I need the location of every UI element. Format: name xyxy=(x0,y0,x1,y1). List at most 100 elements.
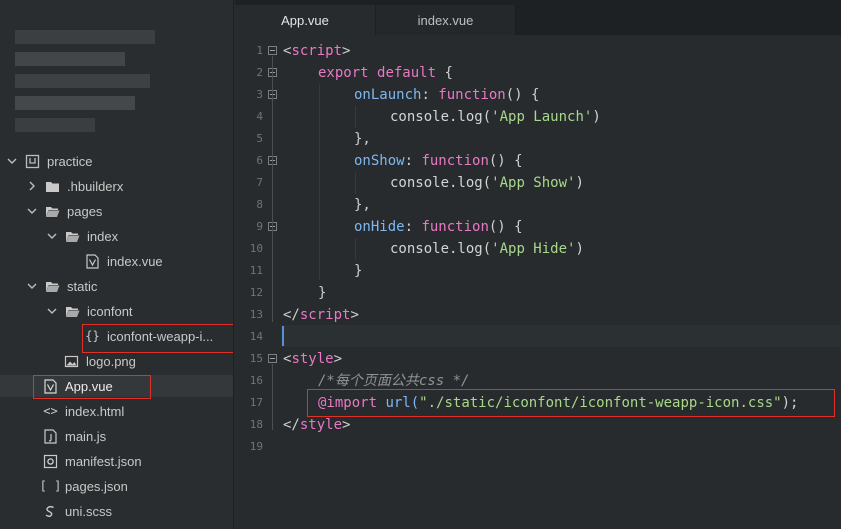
tree-item-static[interactable]: static xyxy=(0,275,233,297)
code-line: /*每个页面公共css */ xyxy=(318,373,470,389)
fold-toggle-icon[interactable] xyxy=(268,46,277,55)
tree-item-label: manifest.json xyxy=(65,453,142,469)
project-icon xyxy=(25,154,40,169)
line-number: 1 xyxy=(256,44,263,57)
line-number: 9 xyxy=(256,220,263,233)
tree-item-label: iconfont xyxy=(87,303,133,319)
json-file-icon: [ ] xyxy=(39,479,62,493)
line-number: 15 xyxy=(249,352,263,365)
chevron-down-icon[interactable] xyxy=(26,205,38,217)
tab-label: App.vue xyxy=(281,12,329,28)
tree-item-practice[interactable]: practice xyxy=(0,150,233,172)
code-line: } xyxy=(354,263,363,279)
tree-item-hbuilderx[interactable]: .hbuilderx xyxy=(0,175,233,197)
line-number: 12 xyxy=(249,286,263,299)
code-line: console.log('App Show') xyxy=(390,175,584,191)
tree-item-logo-png[interactable]: logo.png xyxy=(0,350,233,372)
fold-toggle-icon[interactable] xyxy=(268,354,277,363)
blurred-region xyxy=(15,30,155,44)
indent-guide xyxy=(355,238,356,260)
tree-item-uni-scss[interactable]: uni.scss xyxy=(0,500,233,522)
code-line: console.log('App Hide') xyxy=(390,241,584,257)
blurred-region xyxy=(15,118,95,132)
code-editor[interactable]: App.vue index.vue 1 2 3 4 5 6 7 8 9 10 1… xyxy=(235,0,841,529)
line-number: 6 xyxy=(256,154,263,167)
tree-item-label: iconfont-weapp-i... xyxy=(107,328,214,344)
folder-icon xyxy=(45,179,60,194)
braces-file-icon: {} xyxy=(85,329,100,343)
vue-file-icon xyxy=(85,253,100,269)
chevron-down-icon[interactable] xyxy=(26,280,38,292)
line-number: 3 xyxy=(256,88,263,101)
settings-file-icon xyxy=(43,454,58,469)
current-line-highlight xyxy=(281,325,841,347)
blurred-region xyxy=(15,96,135,110)
fold-guide xyxy=(272,56,273,322)
line-number: 2 xyxy=(256,66,263,79)
folder-open-icon xyxy=(65,304,80,319)
code-line: }, xyxy=(354,131,371,147)
tab-label: index.vue xyxy=(417,12,474,28)
tree-item-label: index xyxy=(87,228,119,244)
tree-item-iconfont-css[interactable]: {} iconfont-weapp-i... xyxy=(0,325,233,347)
tree-item-label: .hbuilderx xyxy=(67,178,124,194)
line-number: 8 xyxy=(256,198,263,211)
tree-item-index-html[interactable]: <> index.html xyxy=(0,400,233,422)
line-number: 7 xyxy=(256,176,263,189)
tree-item-label: index.html xyxy=(65,403,125,419)
tree-item-main-js[interactable]: main.js xyxy=(0,425,233,447)
code-line: </style> xyxy=(283,417,351,433)
tree-item-label: main.js xyxy=(65,428,107,444)
code-line: <script> xyxy=(283,43,351,59)
tree-item-label: logo.png xyxy=(86,353,136,369)
tree-item-pages[interactable]: pages xyxy=(0,200,233,222)
folder-open-icon xyxy=(45,204,60,219)
tab-bar: App.vue index.vue xyxy=(235,0,841,35)
code-line: @import url("./static/iconfont/iconfont-… xyxy=(318,395,799,411)
code-line: onHide: function() { xyxy=(354,219,523,235)
chevron-down-icon[interactable] xyxy=(46,305,58,317)
tree-item-index-vue[interactable]: index.vue xyxy=(0,250,233,272)
tree-item-label: index.vue xyxy=(107,253,163,269)
chevron-down-icon[interactable] xyxy=(6,155,18,167)
tree-item-manifest-json[interactable]: manifest.json xyxy=(0,450,233,472)
tab-app-vue[interactable]: App.vue xyxy=(235,5,375,35)
image-file-icon xyxy=(64,354,79,369)
line-number: 4 xyxy=(256,110,263,123)
text-cursor xyxy=(282,326,284,346)
tree-item-label: App.vue xyxy=(65,378,113,394)
code-line: } xyxy=(318,285,327,301)
code-line: onShow: function() { xyxy=(354,153,523,169)
blurred-region xyxy=(15,74,150,88)
tree-item-label: pages.json xyxy=(65,478,128,494)
chevron-down-icon[interactable] xyxy=(46,230,58,242)
tree-item-label: pages xyxy=(67,203,103,219)
vue-file-icon xyxy=(43,378,58,394)
code-line: export default { xyxy=(318,65,453,81)
tree-item-pages-json[interactable]: [ ] pages.json xyxy=(0,475,233,497)
scss-file-icon xyxy=(43,504,58,519)
line-number: 19 xyxy=(249,440,263,453)
line-number: 11 xyxy=(249,264,263,277)
indent-guide xyxy=(355,172,356,194)
tree-item-index-folder[interactable]: index xyxy=(0,225,233,247)
folder-open-icon xyxy=(65,229,80,244)
line-number: 16 xyxy=(249,374,263,387)
line-number: 17 xyxy=(249,396,263,409)
tree-item-iconfont[interactable]: iconfont xyxy=(0,300,233,322)
indent-guide xyxy=(355,106,356,128)
code-line: console.log('App Launch') xyxy=(390,109,601,125)
line-number: 10 xyxy=(249,242,263,255)
line-number: 14 xyxy=(249,330,263,343)
tab-index-vue[interactable]: index.vue xyxy=(376,5,516,35)
fold-guide xyxy=(272,364,273,430)
tree-item-app-vue[interactable]: App.vue xyxy=(0,375,233,397)
js-file-icon xyxy=(43,428,58,444)
line-number: 18 xyxy=(249,418,263,431)
blurred-region xyxy=(15,52,125,66)
line-number: 5 xyxy=(256,132,263,145)
indent-guide xyxy=(319,84,320,280)
chevron-right-icon[interactable] xyxy=(26,180,38,192)
code-file-icon: <> xyxy=(43,404,58,418)
code-line: }, xyxy=(354,197,371,213)
